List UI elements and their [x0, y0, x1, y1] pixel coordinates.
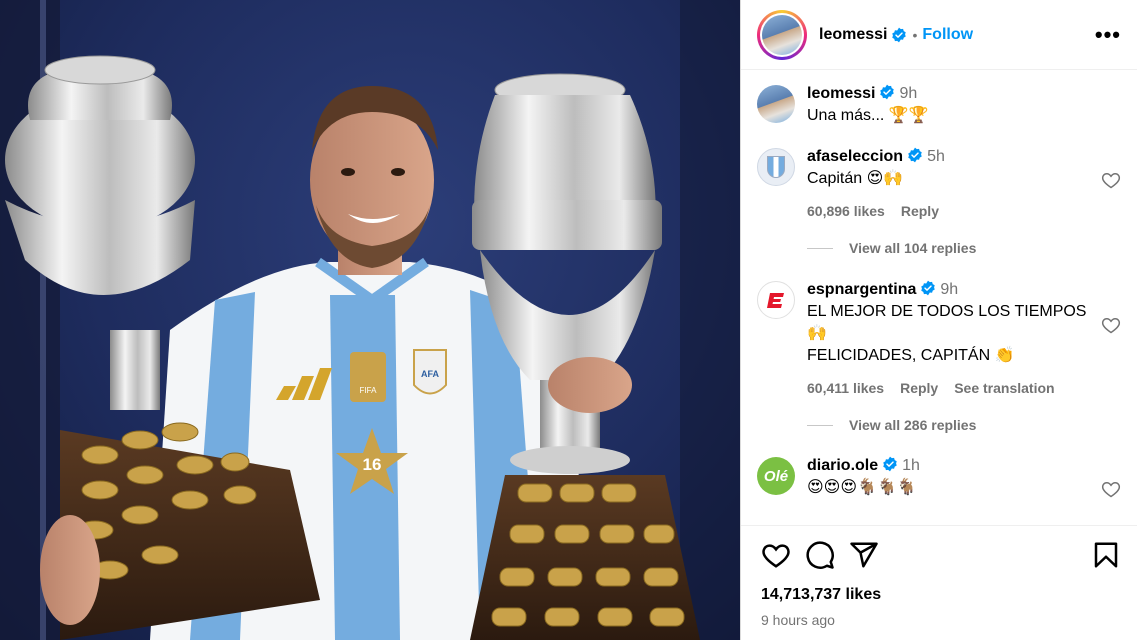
like-comment-heart-icon[interactable]	[1101, 479, 1121, 499]
view-replies-label[interactable]: View all 286 replies	[849, 417, 976, 433]
photo-illustration: FIFA AFA 16	[0, 0, 740, 640]
replies-divider	[807, 424, 833, 426]
commenter-username[interactable]: afaseleccion	[807, 148, 903, 165]
likes-count[interactable]: 14,713,737 likes	[761, 586, 1121, 604]
replies-divider	[807, 247, 833, 249]
comments-list[interactable]: leomessi 9h Una más... 🏆🏆 afaseleccion 5h …	[741, 71, 1137, 524]
comment-icon[interactable]	[805, 540, 835, 570]
post-header: leomessi • Follow •••	[741, 0, 1137, 70]
comment-text: 😍😍😍🐐🐐🐐	[807, 479, 917, 496]
verified-icon	[880, 84, 895, 100]
post-photo[interactable]: FIFA AFA 16	[0, 0, 740, 640]
verified-icon	[921, 280, 936, 296]
follow-button[interactable]: Follow	[922, 26, 973, 44]
commenter-avatar[interactable]: Olé	[757, 457, 795, 495]
author-username[interactable]: leomessi	[819, 26, 887, 44]
jersey-number: 16	[363, 455, 382, 474]
comment-likes[interactable]: 60,411 likes	[807, 380, 884, 396]
comment-time[interactable]: 9h	[940, 281, 958, 298]
more-options-icon[interactable]: •••	[1095, 22, 1121, 48]
view-replies-label[interactable]: View all 104 replies	[849, 240, 976, 256]
author-avatar-image	[762, 14, 802, 55]
view-replies-button[interactable]: View all 104 replies	[807, 240, 1121, 256]
comment-text: Capitán 😍🙌	[807, 170, 904, 187]
share-icon[interactable]	[849, 540, 879, 570]
caption-avatar[interactable]	[757, 85, 795, 123]
like-comment-heart-icon[interactable]	[1101, 170, 1121, 190]
afa-crest-icon	[767, 156, 785, 178]
comment-item: Olé diario.ole 1h 😍😍😍🐐🐐🐐	[757, 455, 1121, 499]
caption-time[interactable]: 9h	[899, 85, 917, 102]
post-time[interactable]: 9 hours ago	[761, 612, 1121, 628]
commenter-avatar[interactable]	[757, 148, 795, 186]
comment-time[interactable]: 1h	[902, 457, 920, 474]
jersey-badge-text: FIFA	[360, 386, 378, 395]
post-actions: 14,713,737 likes 9 hours ago	[741, 525, 1137, 640]
comment-item: afaseleccion 5h Capitán 😍🙌 60,896 likes Re…	[757, 146, 1121, 222]
caption-username[interactable]: leomessi	[807, 85, 875, 102]
commenter-username[interactable]: espnargentina	[807, 281, 916, 298]
verified-icon	[892, 27, 907, 42]
post-side-panel: leomessi • Follow ••• leomessi 9h Una más…	[740, 0, 1137, 640]
comment-likes[interactable]: 60,896 likes	[807, 203, 885, 219]
caption: leomessi 9h Una más... 🏆🏆	[757, 83, 1121, 127]
heart-icon[interactable]	[761, 540, 791, 570]
caption-text: Una más... 🏆🏆	[807, 107, 929, 124]
comment-item: espnargentina 9h EL MEJOR DE TODOS LOS TI…	[757, 279, 1121, 399]
bookmark-icon[interactable]	[1091, 540, 1121, 570]
reply-button[interactable]: Reply	[900, 380, 938, 396]
comment-time[interactable]: 5h	[927, 148, 945, 165]
ole-logo-text: Olé	[763, 467, 789, 485]
commenter-avatar[interactable]	[757, 281, 795, 319]
jersey-crest-text: AFA	[421, 369, 440, 379]
see-translation-button[interactable]: See translation	[954, 380, 1054, 396]
post-dialog: FIFA AFA 16 leomessi • Follow ••• leomes…	[0, 0, 1137, 640]
author-avatar[interactable]	[757, 9, 807, 60]
commenter-username[interactable]: diario.ole	[807, 457, 878, 474]
verified-icon	[883, 456, 897, 472]
view-replies-button[interactable]: View all 286 replies	[807, 417, 1121, 433]
like-comment-heart-icon[interactable]	[1101, 315, 1121, 335]
espn-logo-icon	[767, 293, 784, 308]
comment-text-line-1: EL MEJOR DE TODOS LOS TIEMPOS	[807, 303, 1087, 320]
separator-dot: •	[912, 26, 918, 43]
comment-text-line-2: 🙌	[807, 325, 827, 342]
reply-button[interactable]: Reply	[901, 203, 939, 219]
verified-icon	[908, 147, 922, 163]
comment-text-line-3: FELICIDADES, CAPITÁN 👏	[807, 347, 1015, 364]
